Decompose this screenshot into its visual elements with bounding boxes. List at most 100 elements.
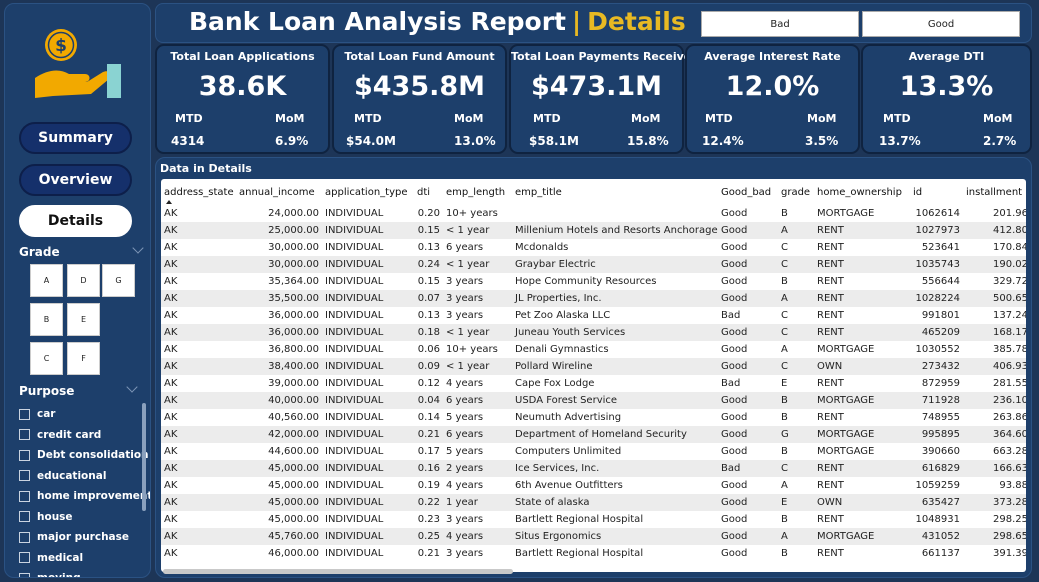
kpi-value: 13.3% <box>899 71 994 102</box>
summary-button[interactable]: Summary <box>19 122 132 154</box>
table-row[interactable]: AK 24,000.00 INDIVIDUAL 0.20 10+ years Good B M… <box>161 205 1026 222</box>
grade-option-a[interactable]: A <box>30 264 63 297</box>
purpose-option-medical[interactable]: medical <box>19 548 144 569</box>
grade-option-b[interactable]: B <box>30 303 63 336</box>
table-row[interactable]: AK 42,000.00 INDIVIDUAL 0.21 6 years Departme… <box>161 426 1026 443</box>
table-row[interactable]: AK 45,000.00 INDIVIDUAL 0.22 1 year State of … <box>161 494 1026 511</box>
table-cell: INDIVIDUAL <box>325 480 384 491</box>
chevron-down-icon[interactable] <box>126 381 138 393</box>
table-row[interactable]: AK 35,500.00 INDIVIDUAL 0.07 3 years JL Prope… <box>161 290 1026 307</box>
checkbox[interactable] <box>19 470 30 482</box>
table-row[interactable]: AK 25,000.00 INDIVIDUAL 0.15 < 1 year Milleni… <box>161 222 1026 239</box>
column-header-good-bad[interactable]: Good_bad <box>718 179 778 205</box>
table-cell: 1062614 <box>915 208 960 219</box>
table-cell: B <box>781 446 788 457</box>
column-header-emp-length[interactable]: emp_length <box>443 179 512 205</box>
table-cell: Neumuth Advertising <box>515 412 622 423</box>
checkbox[interactable] <box>19 429 30 441</box>
column-header-id[interactable]: id <box>910 179 963 205</box>
grade-option-e[interactable]: E <box>67 303 100 336</box>
column-header-emp-title[interactable]: emp_title <box>512 179 718 205</box>
table-cell: Cape Fox Lodge <box>515 378 595 389</box>
checkbox[interactable] <box>19 552 30 564</box>
bad-filter-button[interactable]: Bad <box>701 11 859 37</box>
purpose-option-debt-consolidation[interactable]: Debt consolidation <box>19 445 149 466</box>
table-cell: 6th Avenue Outfitters <box>515 480 623 491</box>
column-header-application-type[interactable]: application_type <box>322 179 414 205</box>
overview-button[interactable]: Overview <box>19 164 132 196</box>
table-row[interactable]: AK 45,000.00 INDIVIDUAL 0.23 3 years Bartlett… <box>161 511 1026 528</box>
kpi-label: Average Interest Rate <box>704 50 841 63</box>
table-cell: 93.88 <box>999 480 1026 491</box>
table-cell: 298.25 <box>993 514 1026 525</box>
table-row[interactable]: AK 30,000.00 INDIVIDUAL 0.24 < 1 year Graybar… <box>161 256 1026 273</box>
table-row[interactable]: AK 36,000.00 INDIVIDUAL 0.18 < 1 year Juneau … <box>161 324 1026 341</box>
details-button[interactable]: Details <box>19 205 132 237</box>
table-row[interactable]: AK 45,000.00 INDIVIDUAL 0.19 4 years 6th Aven… <box>161 477 1026 494</box>
table-row[interactable]: AK 40,000.00 INDIVIDUAL 0.04 6 years USDA For… <box>161 392 1026 409</box>
table-cell: 281.55 <box>993 378 1026 389</box>
table-row[interactable]: AK 45,760.00 INDIVIDUAL 0.25 4 years Situs Er… <box>161 528 1026 545</box>
column-header-address-state[interactable]: address_state <box>161 179 236 205</box>
column-header-grade[interactable]: grade <box>778 179 814 205</box>
checkbox[interactable] <box>19 408 30 420</box>
chevron-down-icon[interactable] <box>132 242 144 254</box>
column-header-installment[interactable]: installment <box>963 179 1026 205</box>
purpose-option-major-purchase[interactable]: major purchase <box>19 527 144 548</box>
table-cell: 0.16 <box>414 460 443 477</box>
table-row[interactable]: AK 45,000.00 INDIVIDUAL 0.16 2 years Ice Serv… <box>161 460 1026 477</box>
purpose-option-home-improvement[interactable]: home improvement <box>19 486 150 507</box>
table-cell: AK <box>164 242 178 253</box>
column-header-dti[interactable]: dti <box>414 179 443 205</box>
checkbox[interactable] <box>19 572 30 577</box>
checkbox[interactable] <box>19 449 30 461</box>
purpose-option-credit-card[interactable]: credit card <box>19 425 144 446</box>
horizontal-scrollbar[interactable] <box>163 569 513 574</box>
purpose-option-educational[interactable]: educational <box>19 466 144 487</box>
mtd-value: $54.0M <box>346 134 396 148</box>
table-cell: Juneau Youth Services <box>512 324 718 341</box>
grade-option-f[interactable]: F <box>67 342 100 375</box>
table-cell: A <box>781 480 788 491</box>
table-cell: 190.02 <box>963 256 1026 273</box>
table-cell: 30,000.00 <box>268 242 319 253</box>
mom-value: 13.0% <box>454 134 496 148</box>
details-table[interactable]: address_state annual_income application_ty… <box>161 179 1026 572</box>
purpose-scrollbar[interactable] <box>142 403 146 511</box>
table-cell: INDIVIDUAL <box>325 208 384 219</box>
table-cell: 4 years <box>446 378 484 389</box>
kpi-label: Total Loan Fund Amount <box>344 50 495 63</box>
grade-option-c[interactable]: C <box>30 342 63 375</box>
table-cell: Computers Unlimited <box>515 446 622 457</box>
table-row[interactable]: AK 38,400.00 INDIVIDUAL 0.09 < 1 year Pollard… <box>161 358 1026 375</box>
kpi-value: 12.0% <box>725 71 820 102</box>
table-row[interactable]: AK 46,000.00 INDIVIDUAL 0.21 3 years Bartlett… <box>161 545 1026 562</box>
table-cell: INDIVIDUAL <box>325 378 384 389</box>
table-cell: 3 years <box>446 310 484 321</box>
table-row[interactable]: AK 40,560.00 INDIVIDUAL 0.14 5 years Neumuth … <box>161 409 1026 426</box>
table-row[interactable]: AK 36,000.00 INDIVIDUAL 0.13 3 years Pet Zoo … <box>161 307 1026 324</box>
purpose-option-moving[interactable]: moving <box>19 568 144 577</box>
table-row[interactable]: AK 44,600.00 INDIVIDUAL 0.17 5 years Computer… <box>161 443 1026 460</box>
kpi-card-total-fund-amount: Total Loan Fund Amount $435.8M MTD MoM $… <box>332 44 507 154</box>
table-cell: Good <box>718 222 778 239</box>
purpose-option-house[interactable]: house <box>19 507 144 528</box>
table-row[interactable]: AK 36,800.00 INDIVIDUAL 0.06 10+ years Denali… <box>161 341 1026 358</box>
checkbox[interactable] <box>19 511 30 523</box>
table-cell: Millenium Hotels and Resorts Anchorage <box>512 222 718 239</box>
checkbox[interactable] <box>19 490 30 502</box>
grade-option-d[interactable]: D <box>67 264 100 297</box>
table-row[interactable]: AK 30,000.00 INDIVIDUAL 0.13 6 years Mcdonald… <box>161 239 1026 256</box>
table-cell: Good <box>718 358 778 375</box>
purpose-option-car[interactable]: car <box>19 404 144 425</box>
table-row[interactable]: AK 39,000.00 INDIVIDUAL 0.12 4 years Cape Fox… <box>161 375 1026 392</box>
table-row[interactable]: AK 35,364.00 INDIVIDUAL 0.15 3 years Hope Com… <box>161 273 1026 290</box>
checkbox[interactable] <box>19 531 30 543</box>
table-cell: E <box>778 494 814 511</box>
column-header-annual-income[interactable]: annual_income <box>236 179 322 205</box>
table-cell: 1048931 <box>915 514 960 525</box>
grade-option-g[interactable]: G <box>102 264 135 297</box>
column-header-home-ownership[interactable]: home_ownership <box>814 179 910 205</box>
good-filter-button[interactable]: Good <box>862 11 1020 37</box>
table-cell: AK <box>161 358 236 375</box>
